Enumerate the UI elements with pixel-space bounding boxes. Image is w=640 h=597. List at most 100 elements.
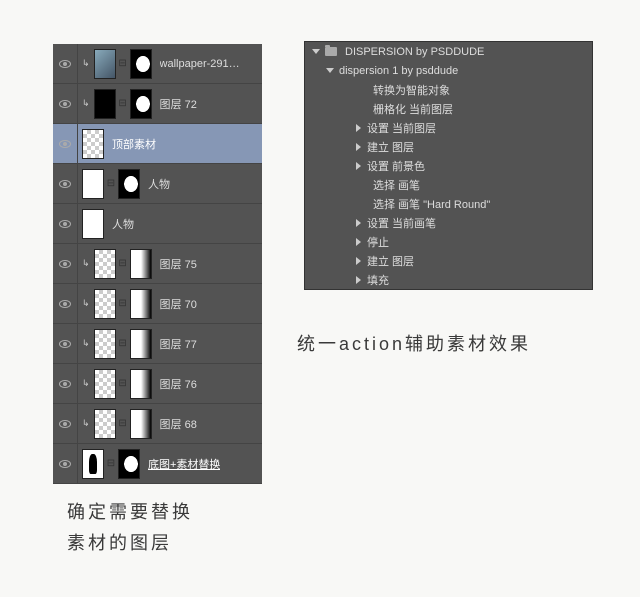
action-step[interactable]: 栅格化 当前图层	[305, 99, 592, 118]
actions-panel: DISPERSION by PSDDUDE dispersion 1 by ps…	[304, 41, 593, 290]
layer-thumb[interactable]	[94, 49, 116, 79]
mask-thumb[interactable]	[130, 409, 152, 439]
action-set-label: dispersion 1 by psddude	[339, 65, 458, 77]
layer-thumb[interactable]	[82, 209, 104, 239]
chevron-right-icon	[353, 162, 363, 170]
layer-name[interactable]: 图层 76	[160, 376, 197, 392]
step-label: 设置 当前图层	[367, 120, 436, 136]
action-folder-row[interactable]: DISPERSION by PSDDUDE	[305, 42, 592, 61]
action-steps-container: 转换为智能对象栅格化 当前图层设置 当前图层建立 图层设置 前景色选择 画笔选择…	[305, 80, 592, 289]
mask-thumb[interactable]	[130, 369, 152, 399]
layer-name[interactable]: 人物	[112, 216, 134, 232]
layer-row[interactable]: 人物	[53, 204, 262, 244]
eye-icon	[59, 220, 71, 228]
mask-thumb[interactable]	[130, 329, 152, 359]
layer-row[interactable]: ↳⊟图层 68	[53, 404, 262, 444]
mask-thumb[interactable]	[130, 249, 152, 279]
layer-name[interactable]: 顶部素材	[112, 136, 156, 152]
caption-text: 确定需要替换	[67, 497, 193, 528]
layer-row[interactable]: ⊟底图+素材替换	[53, 444, 262, 484]
layer-thumb[interactable]	[82, 169, 104, 199]
layer-thumb[interactable]	[82, 129, 104, 159]
layer-name[interactable]: 图层 72	[160, 96, 197, 112]
visibility-toggle[interactable]	[53, 300, 77, 308]
step-label: 选择 画笔 "Hard Round"	[373, 196, 490, 212]
layer-thumb[interactable]	[94, 89, 116, 119]
step-label: 建立 图层	[367, 253, 414, 269]
link-icon: ⊟	[118, 337, 128, 351]
eye-icon	[59, 140, 71, 148]
visibility-toggle[interactable]	[53, 140, 77, 148]
thumb-group: ⊟	[78, 169, 144, 199]
layer-thumb[interactable]	[94, 409, 116, 439]
step-label: 填充	[367, 272, 389, 288]
mask-thumb[interactable]	[130, 89, 152, 119]
eye-icon	[59, 300, 71, 308]
action-step[interactable]: 转换为智能对象	[305, 80, 592, 99]
chevron-down-icon	[325, 68, 335, 73]
visibility-toggle[interactable]	[53, 180, 77, 188]
mask-thumb[interactable]	[118, 169, 140, 199]
chevron-right-icon	[353, 238, 363, 246]
mask-thumb[interactable]	[130, 289, 152, 319]
eye-icon	[59, 380, 71, 388]
folder-label: DISPERSION by PSDDUDE	[345, 46, 484, 58]
mask-thumb[interactable]	[130, 49, 152, 79]
step-label: 选择 画笔	[373, 177, 420, 193]
layer-name[interactable]: 人物	[148, 176, 170, 192]
step-label: 建立 图层	[367, 139, 414, 155]
layer-row[interactable]: ↳ ⊟ 图层 77	[53, 324, 262, 364]
action-step[interactable]: 选择 画笔 "Hard Round"	[305, 194, 592, 213]
visibility-toggle[interactable]	[53, 220, 77, 228]
eye-icon	[59, 460, 71, 468]
thumb-group: ↳⊟	[78, 409, 156, 439]
link-icon: ⊟	[118, 57, 128, 71]
clip-icon: ↳	[82, 258, 90, 269]
chevron-right-icon	[353, 143, 363, 151]
clip-icon: ↳	[82, 338, 90, 349]
layer-name[interactable]: 底图+素材替换	[148, 456, 220, 472]
thumb-group	[78, 129, 108, 159]
action-set-row[interactable]: dispersion 1 by psddude	[305, 61, 592, 80]
visibility-toggle[interactable]	[53, 380, 77, 388]
action-step[interactable]: 建立 图层	[305, 251, 592, 270]
visibility-toggle[interactable]	[53, 460, 77, 468]
layer-name[interactable]: 图层 77	[160, 336, 197, 352]
layer-row[interactable]: ↳⊟图层 75	[53, 244, 262, 284]
action-step[interactable]: 设置 前景色	[305, 156, 592, 175]
visibility-toggle[interactable]	[53, 100, 77, 108]
layer-row[interactable]: ↳⊟图层 70	[53, 284, 262, 324]
action-step[interactable]: 填充	[305, 270, 592, 289]
step-label: 设置 前景色	[367, 158, 425, 174]
action-step[interactable]: 设置 当前图层	[305, 118, 592, 137]
layer-thumb[interactable]	[94, 289, 116, 319]
caption-left: 确定需要替换 素材的图层	[67, 497, 193, 558]
action-step[interactable]: 建立 图层	[305, 137, 592, 156]
mask-thumb[interactable]	[118, 449, 140, 479]
chevron-right-icon	[353, 219, 363, 227]
layer-name[interactable]: 图层 68	[160, 416, 197, 432]
visibility-toggle[interactable]	[53, 260, 77, 268]
visibility-toggle[interactable]	[53, 340, 77, 348]
eye-icon	[59, 180, 71, 188]
action-step[interactable]: 选择 画笔	[305, 175, 592, 194]
thumb-group: ↳⊟	[78, 89, 156, 119]
visibility-toggle[interactable]	[53, 420, 77, 428]
layer-thumb[interactable]	[82, 449, 104, 479]
visibility-toggle[interactable]	[53, 60, 77, 68]
layer-thumb[interactable]	[94, 369, 116, 399]
layer-thumb[interactable]	[94, 249, 116, 279]
layer-row[interactable]: ↳⊟图层 72	[53, 84, 262, 124]
layer-name[interactable]: 图层 70	[160, 296, 197, 312]
chevron-down-icon	[311, 49, 321, 54]
layer-row[interactable]: ↳⊟图层 76	[53, 364, 262, 404]
layer-row[interactable]: ⊟人物	[53, 164, 262, 204]
layer-row[interactable]: ↳⊟ wallpaper-291…	[53, 44, 262, 84]
layer-name[interactable]: 图层 75	[160, 256, 197, 272]
layer-name[interactable]: wallpaper-291…	[160, 58, 240, 70]
action-step[interactable]: 停止	[305, 232, 592, 251]
thumb-group: ↳⊟	[78, 49, 156, 79]
layer-row[interactable]: 顶部素材	[53, 124, 262, 164]
layer-thumb[interactable]	[94, 329, 116, 359]
action-step[interactable]: 设置 当前画笔	[305, 213, 592, 232]
